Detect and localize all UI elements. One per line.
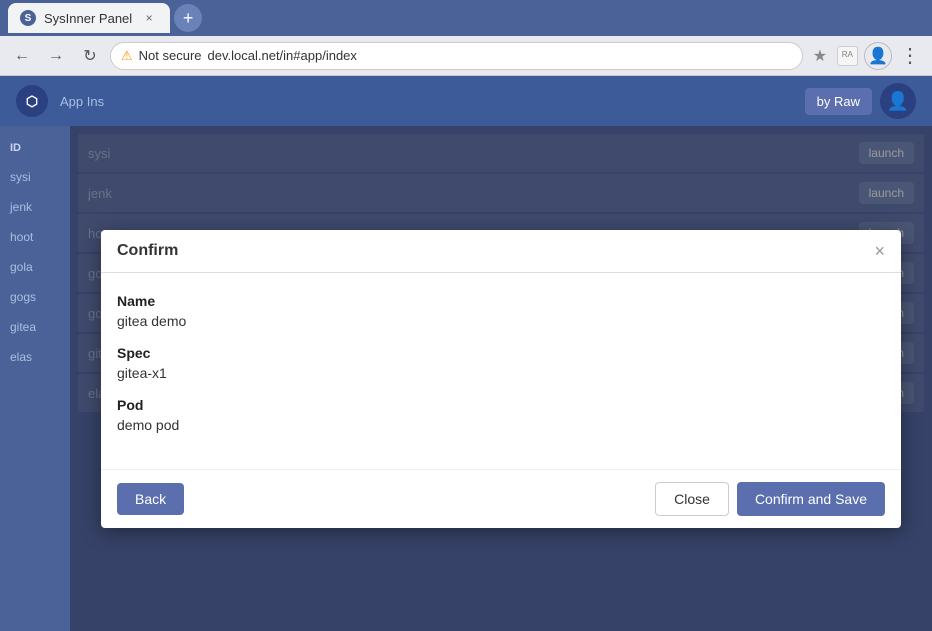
sidebar-item-sysi[interactable]: sysi	[0, 162, 70, 192]
sidebar-item-id-label: ID	[0, 134, 70, 162]
refresh-button[interactable]: ↻	[76, 42, 104, 70]
sidebar-item-elas[interactable]: elas	[0, 342, 70, 372]
pod-value: demo pod	[117, 417, 885, 433]
app-content: ⬡ App Ins by Raw 👤 ID sysi jenk hoot gol…	[0, 76, 932, 631]
sidebar-item-hoot[interactable]: hoot	[0, 222, 70, 252]
modal-footer: Back Close Confirm and Save	[101, 469, 901, 528]
browser-titlebar: S SysInner Panel × +	[0, 0, 932, 36]
app-logo: ⬡	[16, 85, 48, 117]
not-secure-label: Not secure	[139, 48, 202, 63]
spec-value: gitea-x1	[117, 365, 885, 381]
confirm-modal: Confirm × Name gitea demo Spec gitea-x1 …	[101, 230, 901, 528]
modal-close-x-button[interactable]: ×	[874, 242, 885, 260]
toolbar-right: 👤 ⋮	[864, 42, 924, 70]
modal-footer-right: Close Confirm and Save	[655, 482, 885, 516]
pod-label: Pod	[117, 397, 885, 413]
app-body: ID sysi jenk hoot gola gogs gitea elas s…	[0, 126, 932, 631]
sidebar: ID sysi jenk hoot gola gogs gitea elas	[0, 126, 70, 631]
app-nav-label[interactable]: App Ins	[60, 94, 104, 109]
modal-title: Confirm	[117, 242, 178, 260]
sidebar-item-gola[interactable]: gola	[0, 252, 70, 282]
name-label: Name	[117, 293, 885, 309]
back-button[interactable]: Back	[117, 483, 184, 515]
browser-tab[interactable]: S SysInner Panel ×	[8, 3, 170, 33]
close-button[interactable]: Close	[655, 482, 729, 516]
spec-label: Spec	[117, 345, 885, 361]
modal-header: Confirm ×	[101, 230, 901, 273]
more-options-button[interactable]: ⋮	[896, 42, 924, 70]
app-header-right: by Raw 👤	[805, 83, 916, 119]
bookmark-icon[interactable]: ★	[809, 46, 831, 66]
address-bar[interactable]: ⚠ Not secure dev.local.net/in#app/index	[110, 42, 803, 70]
modal-body: Name gitea demo Spec gitea-x1 Pod demo p…	[101, 273, 901, 469]
browser-window: S SysInner Panel × + ← → ↻ ⚠ Not secure …	[0, 0, 932, 631]
sidebar-item-gogs[interactable]: gogs	[0, 282, 70, 312]
browser-toolbar: ← → ↻ ⚠ Not secure dev.local.net/in#app/…	[0, 36, 932, 76]
user-avatar[interactable]: 👤	[880, 83, 916, 119]
address-url: dev.local.net/in#app/index	[208, 48, 357, 63]
back-button[interactable]: ←	[8, 42, 36, 70]
forward-button[interactable]: →	[42, 42, 70, 70]
profile-button[interactable]: 👤	[864, 42, 892, 70]
main-content: sysi launch jenk launch hoot launch gola…	[70, 126, 932, 631]
tab-favicon: S	[20, 10, 36, 26]
app-header: ⬡ App Ins by Raw 👤	[0, 76, 932, 126]
confirm-and-save-button[interactable]: Confirm and Save	[737, 482, 885, 516]
lock-icon: ⚠	[121, 48, 133, 64]
sidebar-item-gitea[interactable]: gitea	[0, 312, 70, 342]
modal-overlay: Confirm × Name gitea demo Spec gitea-x1 …	[70, 126, 932, 631]
view-raw-button[interactable]: by Raw	[805, 88, 872, 115]
reader-mode-button[interactable]: ᴿᴬ	[837, 46, 858, 66]
new-tab-button[interactable]: +	[174, 4, 202, 32]
name-value: gitea demo	[117, 313, 885, 329]
tab-title: SysInner Panel	[44, 11, 132, 26]
tab-close-button[interactable]: ×	[140, 9, 158, 27]
sidebar-item-jenk[interactable]: jenk	[0, 192, 70, 222]
